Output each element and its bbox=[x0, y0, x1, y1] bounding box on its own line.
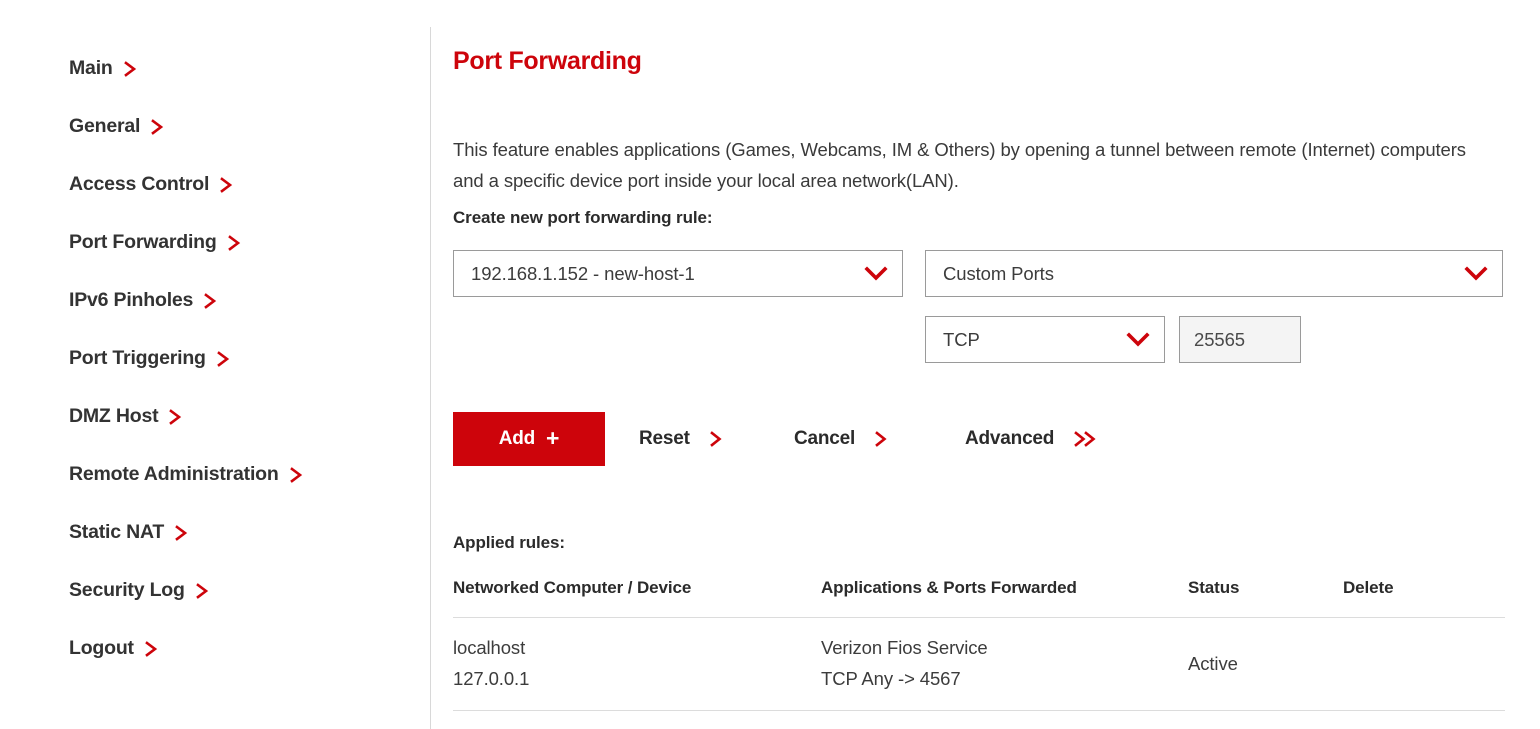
device-ip: 127.0.0.1 bbox=[453, 663, 821, 694]
chevron-right-icon bbox=[195, 582, 211, 600]
sidebar-item-label: General bbox=[69, 117, 140, 137]
chevron-right-icon bbox=[174, 524, 190, 542]
cell-delete[interactable] bbox=[1343, 618, 1505, 711]
port-forwarding-page: Main General Access Control Port Forward… bbox=[0, 0, 1540, 729]
sidebar-divider bbox=[430, 27, 431, 729]
page-description: This feature enables applications (Games… bbox=[453, 134, 1473, 196]
chevron-right-icon bbox=[123, 60, 139, 78]
port-input[interactable]: 25565 bbox=[1179, 316, 1301, 363]
chevron-right-icon bbox=[168, 408, 184, 426]
column-header-apps: Applications & Ports Forwarded bbox=[821, 578, 1188, 618]
sidebar-item-static-nat[interactable]: Static NAT bbox=[0, 504, 430, 562]
chevron-right-icon bbox=[709, 430, 724, 448]
advanced-button[interactable]: Advanced bbox=[965, 412, 1098, 466]
column-header-status: Status bbox=[1188, 578, 1343, 618]
reset-button[interactable]: Reset bbox=[639, 412, 724, 466]
sidebar-item-port-forwarding[interactable]: Port Forwarding bbox=[0, 214, 430, 272]
sidebar-item-dmz-host[interactable]: DMZ Host bbox=[0, 388, 430, 446]
sidebar-item-label: Access Control bbox=[69, 175, 209, 195]
chevron-down-icon bbox=[1450, 265, 1502, 283]
protocol-select[interactable]: TCP bbox=[925, 316, 1165, 363]
chevron-right-icon bbox=[144, 640, 160, 658]
cell-status: Active bbox=[1188, 618, 1343, 711]
chevron-right-icon bbox=[874, 430, 889, 448]
chevron-right-icon bbox=[227, 234, 243, 252]
sidebar-item-logout[interactable]: Logout bbox=[0, 620, 430, 678]
reset-button-label: Reset bbox=[639, 428, 690, 450]
sidebar-item-general[interactable]: General bbox=[0, 98, 430, 156]
protocol-select-value: TCP bbox=[926, 329, 1112, 351]
host-select[interactable]: 192.168.1.152 - new-host-1 bbox=[453, 250, 903, 297]
cancel-button-label: Cancel bbox=[794, 428, 855, 450]
chevron-down-icon bbox=[1112, 331, 1164, 349]
applied-rules-table: Networked Computer / Device Applications… bbox=[453, 578, 1505, 711]
port-input-value: 25565 bbox=[1180, 329, 1245, 351]
sidebar-item-ipv6-pinholes[interactable]: IPv6 Pinholes bbox=[0, 272, 430, 330]
cancel-button[interactable]: Cancel bbox=[794, 412, 889, 466]
chevron-right-icon bbox=[219, 176, 235, 194]
sidebar-item-label: Security Log bbox=[69, 581, 185, 601]
main-content: Port Forwarding This feature enables app… bbox=[453, 0, 1540, 729]
sidebar-item-label: Port Forwarding bbox=[69, 233, 217, 253]
app-name: Verizon Fios Service bbox=[821, 632, 1188, 663]
chevron-right-icon bbox=[203, 292, 219, 310]
table-header-row: Networked Computer / Device Applications… bbox=[453, 578, 1505, 618]
sidebar-item-label: DMZ Host bbox=[69, 407, 158, 427]
plus-icon: + bbox=[546, 427, 559, 450]
page-title: Port Forwarding bbox=[453, 48, 642, 76]
sidebar-item-label: Logout bbox=[69, 639, 134, 659]
application-select-value: Custom Ports bbox=[926, 263, 1450, 285]
sidebar-item-label: Main bbox=[69, 59, 113, 79]
table-row: localhost 127.0.0.1 Verizon Fios Service… bbox=[453, 618, 1505, 711]
add-button-label: Add bbox=[499, 428, 535, 450]
cell-apps: Verizon Fios Service TCP Any -> 4567 bbox=[821, 618, 1188, 711]
add-button[interactable]: Add + bbox=[453, 412, 605, 466]
chevron-right-icon bbox=[216, 350, 232, 368]
sidebar-item-label: Port Triggering bbox=[69, 349, 206, 369]
sidebar-item-port-triggering[interactable]: Port Triggering bbox=[0, 330, 430, 388]
chevron-down-icon bbox=[850, 265, 902, 283]
advanced-button-label: Advanced bbox=[965, 428, 1054, 450]
double-chevron-right-icon bbox=[1073, 430, 1098, 448]
application-select[interactable]: Custom Ports bbox=[925, 250, 1503, 297]
create-rule-label: Create new port forwarding rule: bbox=[453, 208, 712, 228]
column-header-delete: Delete bbox=[1343, 578, 1505, 618]
app-ports: TCP Any -> 4567 bbox=[821, 663, 1188, 694]
sidebar-nav: Main General Access Control Port Forward… bbox=[0, 0, 430, 729]
sidebar-item-label: Remote Administration bbox=[69, 465, 279, 485]
cell-device: localhost 127.0.0.1 bbox=[453, 618, 821, 711]
chevron-right-icon bbox=[150, 118, 166, 136]
chevron-right-icon bbox=[289, 466, 305, 484]
sidebar-item-remote-administration[interactable]: Remote Administration bbox=[0, 446, 430, 504]
device-name: localhost bbox=[453, 632, 821, 663]
column-header-device: Networked Computer / Device bbox=[453, 578, 821, 618]
sidebar-item-label: Static NAT bbox=[69, 523, 164, 543]
sidebar-item-label: IPv6 Pinholes bbox=[69, 291, 193, 311]
applied-rules-label: Applied rules: bbox=[453, 533, 565, 553]
host-select-value: 192.168.1.152 - new-host-1 bbox=[454, 263, 850, 285]
sidebar-item-security-log[interactable]: Security Log bbox=[0, 562, 430, 620]
sidebar-item-main[interactable]: Main bbox=[0, 40, 430, 98]
sidebar-item-access-control[interactable]: Access Control bbox=[0, 156, 430, 214]
